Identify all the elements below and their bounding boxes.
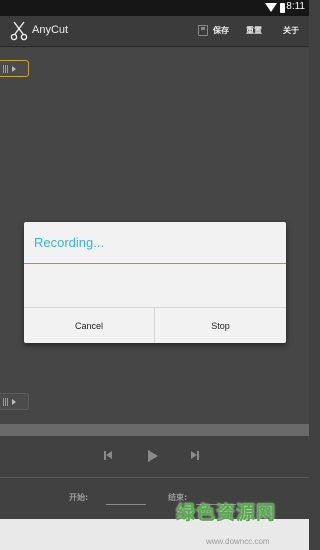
cancel-button[interactable]: Cancel [24, 308, 155, 343]
next-icon[interactable] [191, 450, 201, 462]
end-marker-handle[interactable] [0, 393, 29, 410]
marker-arrow-icon [12, 66, 16, 72]
scissors-icon [10, 21, 28, 41]
dialog-button-row: Cancel Stop [24, 307, 286, 343]
playback-controls [0, 436, 309, 478]
battery-icon [280, 3, 285, 13]
start-time-field[interactable] [106, 489, 146, 505]
marker-arrow-icon [12, 399, 16, 405]
watermark-text: 绿色资源网 [176, 502, 277, 524]
reset-button[interactable]: 重置 [246, 25, 262, 36]
save-button[interactable]: 保存 [213, 25, 229, 36]
status-time: 8:11 [286, 1, 305, 12]
status-bar: 8:11 [0, 0, 309, 16]
grip-icon [3, 398, 9, 406]
app-title: AnyCut [32, 24, 69, 36]
start-marker-handle[interactable] [0, 60, 29, 77]
save-icon[interactable] [198, 25, 208, 36]
recording-dialog: Recording... Cancel Stop [24, 222, 286, 343]
dialog-title: Recording... [34, 235, 105, 250]
grip-icon [3, 65, 9, 73]
watermark-url: www.downcc.com [206, 537, 270, 546]
dialog-body [24, 264, 286, 307]
action-bar: AnyCut 保存 重置 关于 [0, 16, 309, 47]
play-icon[interactable] [147, 450, 159, 462]
start-label: 开始: [69, 493, 89, 502]
progress-strip[interactable] [0, 424, 309, 436]
wifi-icon [265, 3, 277, 12]
stop-button[interactable]: Stop [155, 308, 286, 343]
previous-icon[interactable] [104, 450, 114, 462]
about-button[interactable]: 关于 [283, 25, 299, 36]
